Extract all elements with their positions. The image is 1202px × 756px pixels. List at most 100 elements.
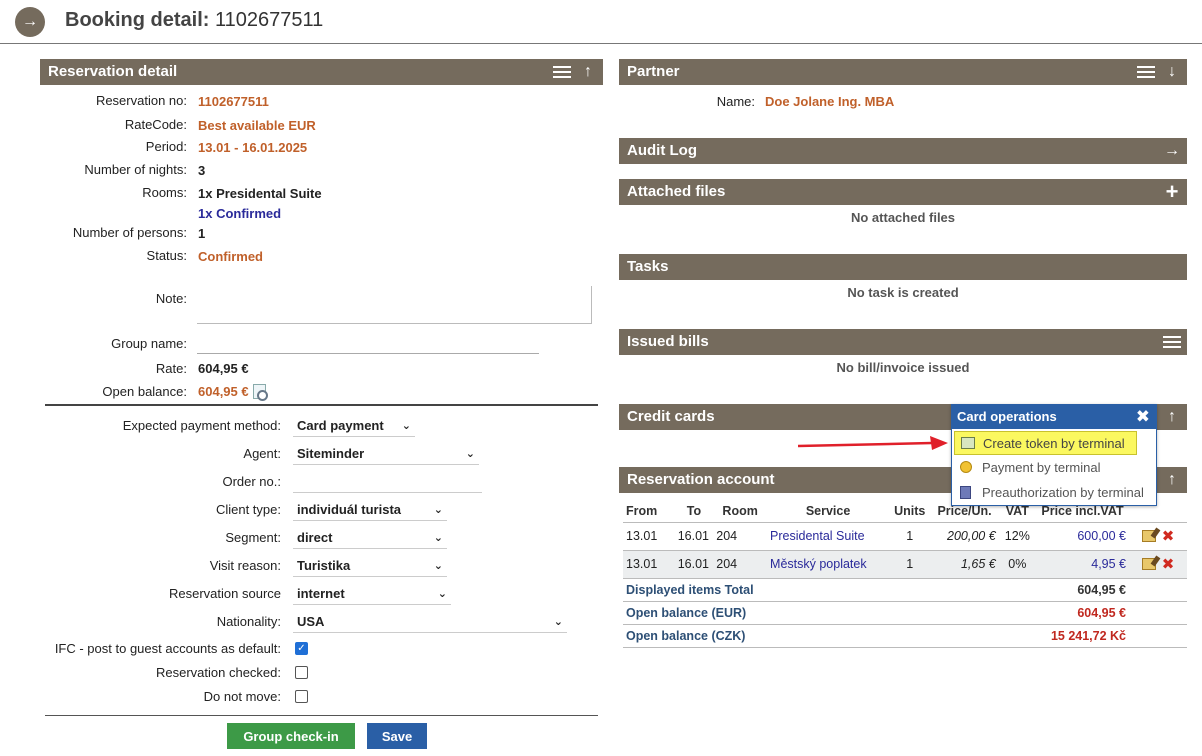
audit-log-header[interactable]: Audit Log → xyxy=(619,138,1187,164)
menu-icon[interactable] xyxy=(1161,329,1183,355)
label: Group name: xyxy=(111,336,187,351)
delete-icon[interactable]: ✖ xyxy=(1162,556,1175,573)
cell-to: 16.01 xyxy=(674,549,714,578)
popup-title: Card operations xyxy=(957,409,1057,424)
reservation-checked-checkbox[interactable] xyxy=(295,666,308,679)
edit-icon[interactable] xyxy=(1141,530,1156,542)
cell-price-unit: 1,65 € xyxy=(930,549,999,578)
label: Agent: xyxy=(243,446,281,461)
menu-icon[interactable] xyxy=(551,59,573,85)
chevron-down-icon: ⌄ xyxy=(465,448,475,460)
agent-select[interactable]: Siteminder ⌄ xyxy=(293,443,479,465)
label: Expected payment method: xyxy=(122,418,281,433)
column-header: From xyxy=(626,503,658,518)
total-row: Open balance (EUR) 604,95 € xyxy=(623,600,1187,624)
panel-title: Issued bills xyxy=(627,333,709,350)
reservation-source-select[interactable]: internet ⌄ xyxy=(293,583,451,605)
label: Reservation checked: xyxy=(155,665,281,680)
visit-reason-select[interactable]: Turistika ⌄ xyxy=(293,555,447,577)
save-button[interactable]: Save xyxy=(367,723,427,749)
arrow-right-icon[interactable]: → xyxy=(1161,138,1183,164)
table-row[interactable]: 13.01 16.01 204 Městský poplatek 1 1,65 … xyxy=(623,549,1187,578)
card-icon xyxy=(961,437,975,449)
booking-form: Expected payment method: Card payment ⌄ A… xyxy=(0,410,600,710)
cell-room: 204 xyxy=(713,521,768,550)
divider xyxy=(45,715,598,716)
column-header: To xyxy=(686,503,702,518)
payment-by-terminal-item[interactable]: Payment by terminal xyxy=(954,456,1154,480)
ifc-checkbox[interactable]: ✓ xyxy=(295,642,308,655)
cell-service[interactable]: Městský poplatek xyxy=(767,549,890,578)
panel-title: Tasks xyxy=(627,258,669,275)
tasks-header: Tasks xyxy=(619,254,1187,280)
panel-title: Credit cards xyxy=(627,408,715,425)
total-label: Open balance (CZK) xyxy=(623,623,931,648)
column-header: Service xyxy=(805,503,851,518)
label: Number of nights: xyxy=(84,162,187,177)
reservation-detail-body: Reservation no: 1102677511 RateCode: Bes… xyxy=(0,90,600,410)
delete-icon[interactable]: ✖ xyxy=(1162,528,1175,545)
chevron-down-icon: ⌄ xyxy=(433,532,443,544)
plus-icon[interactable]: + xyxy=(1161,179,1183,205)
group-name-field[interactable] xyxy=(197,333,539,354)
create-token-by-terminal-item[interactable]: Create token by terminal xyxy=(954,431,1137,455)
cell-units: 1 xyxy=(889,521,931,550)
do-not-move-checkbox[interactable] xyxy=(295,690,308,703)
arrow-up-icon[interactable]: ↑ xyxy=(1161,404,1183,430)
ratecode-value: Best available EUR xyxy=(198,118,316,133)
attached-files-header: Attached files + xyxy=(619,179,1187,205)
arrow-up-icon[interactable]: ↑ xyxy=(1161,467,1183,493)
label: Order no.: xyxy=(222,474,281,489)
issued-bills-header: Issued bills xyxy=(619,329,1187,355)
label: Status: xyxy=(146,248,187,263)
menu-icon[interactable] xyxy=(1135,59,1157,85)
total-label: Open balance (EUR) xyxy=(623,600,931,624)
account-table: From To Room Service Units Price/Un. VAT… xyxy=(623,500,1187,648)
empty-message: No bill/invoice issued xyxy=(836,360,970,375)
segment-select[interactable]: direct ⌄ xyxy=(293,527,447,549)
open-balance-value: 604,95 € xyxy=(198,384,268,401)
back-arrow-button[interactable]: → xyxy=(15,7,45,37)
partner-name-label: Name: xyxy=(716,94,755,109)
note-field[interactable] xyxy=(197,286,592,324)
arrow-right-icon: → xyxy=(22,13,38,30)
cell-to: 16.01 xyxy=(674,521,714,550)
cell-price-unit: 200,00 € xyxy=(930,521,999,550)
divider xyxy=(45,404,598,406)
arrow-down-icon[interactable]: ↓ xyxy=(1161,59,1183,85)
chevron-down-icon: ⌄ xyxy=(437,588,447,600)
page-title: Booking detail: 1102677511 xyxy=(65,9,324,31)
rooms-status-value: 1x Confirmed xyxy=(198,206,282,221)
chevron-down-icon: ⌄ xyxy=(433,560,443,572)
partner-header: Partner ↓ xyxy=(619,59,1187,85)
document-search-icon[interactable] xyxy=(252,384,268,401)
reservation-detail-header: Reservation detail ↑ xyxy=(40,59,603,85)
group-checkin-button[interactable]: Group check-in xyxy=(227,723,355,749)
arrow-up-icon[interactable]: ↑ xyxy=(577,59,599,85)
total-row: Open balance (CZK) 15 241,72 Kč xyxy=(623,623,1187,648)
label: Note: xyxy=(155,291,187,306)
table-row[interactable]: 13.01 16.01 204 Presidental Suite 1 200,… xyxy=(623,521,1187,550)
payment-method-select[interactable]: Card payment ⌄ xyxy=(293,415,415,437)
cell-service[interactable]: Presidental Suite xyxy=(767,521,890,550)
nationality-select[interactable]: USA ⌄ xyxy=(293,611,567,633)
total-value: 604,95 € xyxy=(930,600,1130,624)
total-value: 604,95 € xyxy=(930,577,1130,601)
label: Do not move: xyxy=(203,689,281,704)
status-value: Confirmed xyxy=(198,249,263,264)
label: Open balance: xyxy=(102,384,187,399)
rooms-value: 1x Presidental Suite xyxy=(198,186,322,201)
total-label: Displayed items Total xyxy=(623,577,931,601)
annotation-arrow-icon xyxy=(798,436,948,450)
preauthorization-by-terminal-item[interactable]: Preauthorization by terminal xyxy=(954,481,1154,505)
column-header: Units xyxy=(894,503,926,518)
cell-from: 13.01 xyxy=(623,521,675,550)
panel-title: Reservation account xyxy=(627,471,775,488)
order-no-field[interactable] xyxy=(293,471,482,493)
close-icon[interactable]: ✖ xyxy=(1136,405,1150,429)
label: Period: xyxy=(145,139,187,154)
edit-icon[interactable] xyxy=(1141,558,1156,570)
terminal-icon xyxy=(960,486,971,499)
client-type-select[interactable]: individuál turista ⌄ xyxy=(293,499,447,521)
label: Reservation source xyxy=(169,586,281,601)
